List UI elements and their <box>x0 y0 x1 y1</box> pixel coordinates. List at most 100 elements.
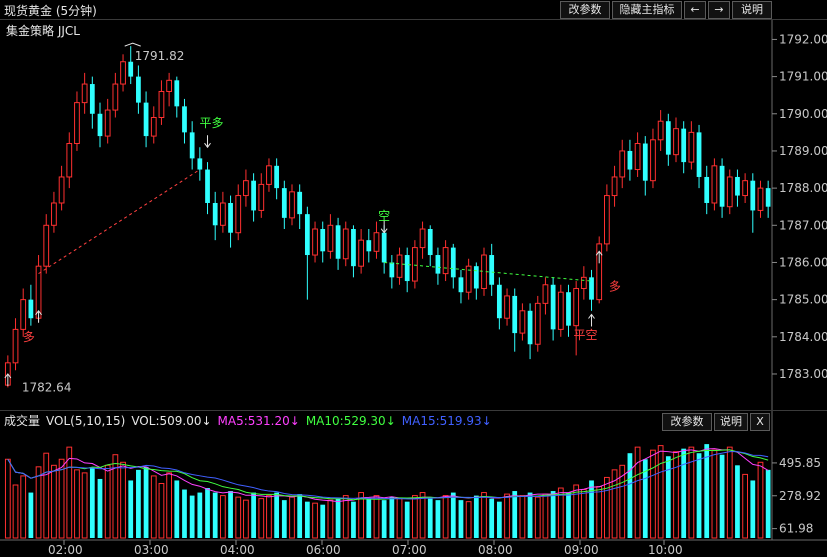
vol-close-button[interactable]: X <box>750 413 770 431</box>
vol-help-button[interactable]: 说明 <box>714 413 748 431</box>
candle-body-up <box>120 61 126 85</box>
time-tick-label: 09:00 <box>564 543 599 557</box>
volume-bar-up <box>120 461 126 539</box>
volume-bar-down <box>450 492 456 538</box>
candle-body-up <box>534 302 541 345</box>
candle-body-down <box>642 143 648 181</box>
candle-body-down <box>251 180 256 211</box>
volume-bar-down <box>750 480 756 538</box>
trade-signal-label: 多 <box>23 330 35 344</box>
candle-body-down <box>527 310 533 345</box>
candle-body-up <box>634 143 641 171</box>
volume-bar-down <box>473 495 479 538</box>
volume-bar-down <box>189 495 195 538</box>
volume-bar-down <box>496 501 502 538</box>
candle-body-up <box>396 254 403 278</box>
candle-body-up <box>611 176 618 197</box>
candle-body-up <box>742 180 749 197</box>
candle-body-down <box>389 262 395 278</box>
candle-body-down <box>143 102 149 137</box>
candle-body-up <box>580 276 587 289</box>
volume-bar-up <box>519 495 526 539</box>
candle-body-down <box>228 202 233 233</box>
volume-bar-up <box>650 449 656 539</box>
candle-body-down <box>696 132 702 177</box>
candle-body-down <box>458 277 464 293</box>
candle-body-down <box>450 247 456 278</box>
volume-bar-down <box>735 465 740 538</box>
time-tick-label: 08:00 <box>478 543 513 557</box>
candle-body-down <box>719 165 725 207</box>
candle-body-down <box>496 284 502 319</box>
volume-bar-down <box>297 494 303 538</box>
candle-body-down <box>274 165 280 189</box>
volume-bar-down <box>89 468 95 538</box>
candle-body-down <box>28 299 34 319</box>
volume-bar-up <box>373 495 380 539</box>
candle-body-up <box>726 176 733 208</box>
candle-body-down <box>750 180 756 211</box>
candle-body-up <box>12 328 19 364</box>
price-tick-label: 1791.00 <box>779 70 827 84</box>
candle-body-down <box>381 232 387 263</box>
candle-body-up <box>342 228 349 260</box>
candle-body-down <box>197 158 203 170</box>
candle-body-down <box>136 76 141 103</box>
candle-body-down <box>128 61 134 77</box>
volume-bar-up <box>419 492 426 539</box>
volume-bar-down <box>696 453 702 538</box>
candle-body-down <box>427 229 433 256</box>
volume-bar-down <box>627 453 633 538</box>
vol-panel-label: 成交量 <box>4 414 41 428</box>
candle-body-up <box>419 228 426 249</box>
candle-body-up <box>504 295 510 319</box>
time-tick-label: 06:00 <box>306 543 341 557</box>
candle-body-up <box>74 102 80 145</box>
volume-bar-up <box>235 496 242 539</box>
volume-bar-down <box>97 478 103 538</box>
candlestick-chart[interactable]: 1792.00 1791.00 1790.00 1789.00 1788.00 1787.… <box>0 0 827 557</box>
price-tick-label: 1790.00 <box>779 107 827 121</box>
candle-body-down <box>704 176 710 203</box>
candle-body-up <box>166 79 173 92</box>
candle-body-down <box>189 132 195 159</box>
volume-bar-up <box>312 502 318 539</box>
candle-body-down <box>174 80 180 107</box>
volume-bar-down <box>704 444 710 538</box>
candle-body-up <box>235 195 242 234</box>
candle-body-down <box>351 229 356 267</box>
candle-body-up <box>557 291 564 330</box>
candle-body-down <box>512 295 518 334</box>
volume-bar-up <box>603 476 610 539</box>
trade-signal-label: 平多 <box>200 116 224 130</box>
vol-edit-params-button[interactable]: 改参数 <box>662 413 712 431</box>
candle-body-down <box>627 150 633 170</box>
price-tick-label: 1786.00 <box>779 255 827 269</box>
volume-bar-down <box>351 501 356 538</box>
price-tick-label: 1788.00 <box>779 181 827 195</box>
candle-body-up <box>66 143 73 178</box>
ma10-value: MA10:529.30↓ <box>305 414 396 428</box>
price-tick-label: 1785.00 <box>779 293 827 307</box>
volume-bar-down <box>458 500 464 538</box>
candle-body-up <box>58 176 65 204</box>
volume-bar-up <box>657 445 664 539</box>
volume-bar-down <box>765 469 771 538</box>
candle-body-up <box>243 180 249 197</box>
volume-bar-up <box>150 475 157 539</box>
candle-body-down <box>366 240 372 252</box>
price-tick-label: 1789.00 <box>779 144 827 158</box>
time-tick-label: 07:00 <box>392 543 427 557</box>
candle-body-up <box>373 232 380 252</box>
volume-bar-up <box>51 464 57 539</box>
candle-body-up <box>81 83 88 104</box>
volume-bar-up <box>35 466 42 539</box>
volume-bar-down <box>681 448 687 538</box>
volume-bar-up <box>166 472 173 539</box>
volume-bar-up <box>411 495 418 539</box>
time-tick-label: 04:00 <box>220 543 255 557</box>
volume-bar-up <box>327 499 334 539</box>
candle-body-up <box>150 116 157 137</box>
candle-body-up <box>442 247 449 275</box>
candle-body-down <box>335 225 341 259</box>
